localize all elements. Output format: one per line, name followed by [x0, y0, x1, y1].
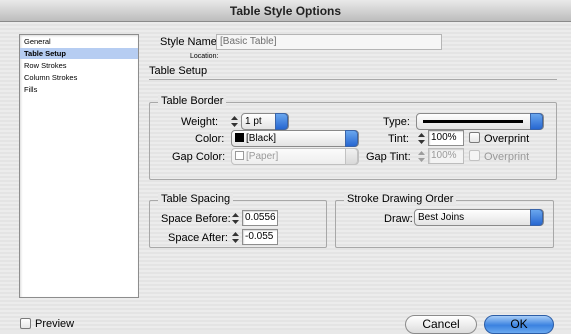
solid-line-preview — [423, 120, 523, 123]
sidebar-item-table-setup[interactable]: Table Setup — [20, 48, 138, 59]
space-after-field[interactable]: -0.055 — [242, 229, 278, 245]
space-before-field[interactable]: 0.0556 — [242, 210, 278, 226]
window-title: Table Style Options — [229, 4, 342, 18]
style-name-label: Style Name: — [160, 36, 220, 48]
gap-overprint-label: Overprint — [484, 151, 530, 163]
gap-color-value: [Paper] — [246, 151, 279, 162]
paper-swatch-icon — [235, 151, 244, 160]
color-value: [Black] — [246, 133, 277, 144]
overprint-checkbox[interactable] — [469, 132, 480, 143]
category-list[interactable]: General Table Setup Row Strokes Column S… — [19, 34, 139, 298]
weight-label: Weight: — [181, 116, 219, 128]
overprint-label: Overprint — [484, 133, 530, 145]
color-label: Color: — [195, 133, 225, 145]
chevron-updown-icon — [345, 148, 358, 165]
tint-label: Tint: — [388, 133, 409, 145]
chevron-updown-icon — [345, 130, 358, 147]
tint-field[interactable]: 100% — [428, 130, 464, 146]
draw-label: Draw: — [384, 213, 413, 225]
space-before-stepper[interactable] — [230, 211, 241, 226]
gap-tint-field[interactable]: 100% — [428, 148, 464, 164]
sidebar-item-column-strokes[interactable]: Column Strokes — [20, 72, 138, 83]
draw-select[interactable]: Best Joins — [414, 209, 544, 226]
sidebar-item-row-strokes[interactable]: Row Strokes — [20, 60, 138, 71]
type-label: Type: — [383, 116, 410, 128]
tint-stepper[interactable] — [416, 131, 427, 146]
table-spacing-title: Table Spacing — [158, 193, 234, 205]
space-after-label: Space After: — [168, 232, 228, 244]
black-swatch-icon — [235, 133, 244, 142]
color-select[interactable]: [Black] — [231, 130, 359, 147]
window-title-bar[interactable]: Table Style Options — [0, 0, 571, 22]
gap-color-label: Gap Color: — [172, 151, 226, 163]
gap-overprint-checkbox[interactable] — [469, 150, 480, 161]
stroke-type-select[interactable] — [416, 113, 544, 130]
chevron-updown-icon — [530, 209, 543, 226]
preview-checkbox[interactable] — [20, 318, 31, 329]
draw-value: Best Joins — [418, 212, 465, 223]
weight-combo[interactable]: 1 pt — [241, 113, 289, 130]
chevron-updown-icon — [530, 113, 543, 130]
section-title: Table Setup — [149, 65, 208, 77]
space-before-label: Space Before: — [161, 213, 231, 225]
cancel-button[interactable]: Cancel — [405, 315, 477, 334]
space-after-stepper[interactable] — [230, 230, 241, 245]
location-label: Location: — [190, 53, 219, 60]
stroke-drawing-order-title: Stroke Drawing Order — [344, 193, 457, 205]
ok-button[interactable]: OK — [484, 315, 554, 334]
style-name-field[interactable]: [Basic Table] — [216, 34, 442, 50]
weight-stepper[interactable] — [229, 114, 240, 129]
table-border-title: Table Border — [158, 95, 227, 107]
gap-tint-label: Gap Tint: — [366, 151, 411, 163]
chevron-updown-icon — [275, 113, 288, 130]
sidebar-item-general[interactable]: General — [20, 36, 138, 47]
weight-value: 1 pt — [245, 116, 262, 127]
sidebar-item-fills[interactable]: Fills — [20, 84, 138, 95]
gap-color-select[interactable]: [Paper] — [231, 148, 359, 165]
gap-tint-stepper[interactable] — [416, 149, 427, 164]
preview-label: Preview — [35, 318, 75, 330]
section-divider — [149, 79, 557, 80]
